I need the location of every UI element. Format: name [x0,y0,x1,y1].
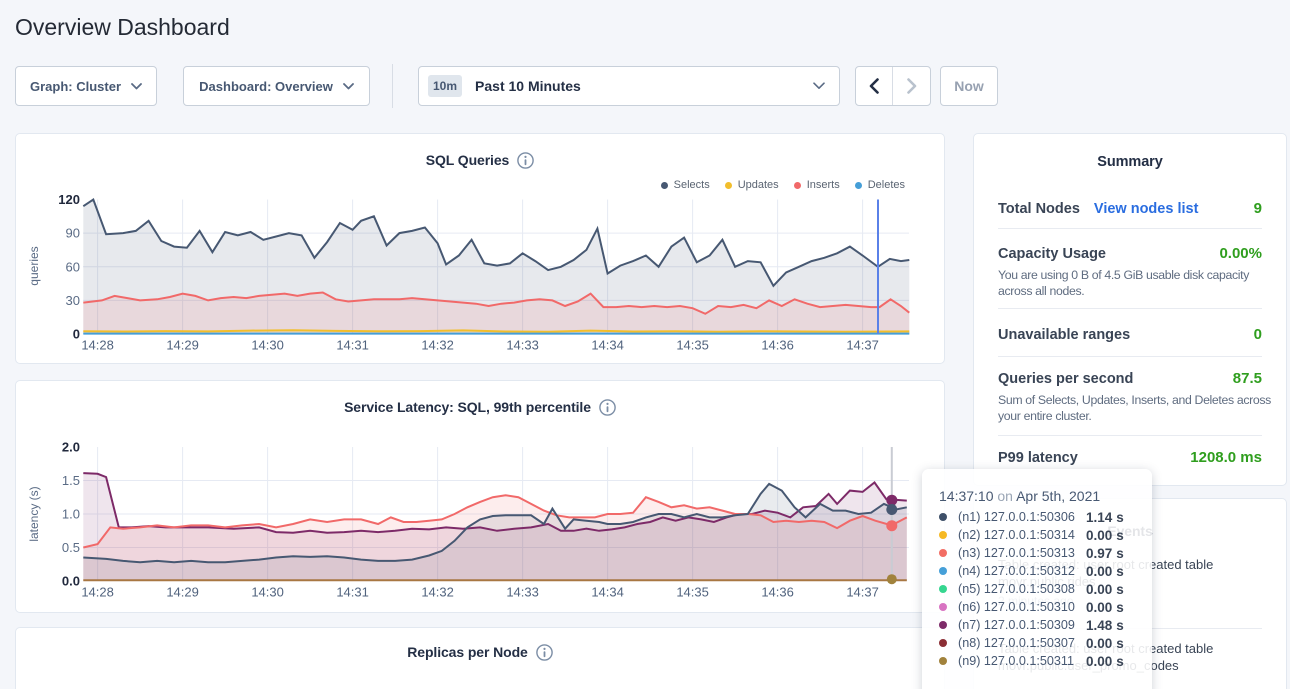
svg-text:14:37: 14:37 [846,338,879,353]
svg-text:14:29: 14:29 [166,585,199,600]
svg-text:1.5: 1.5 [62,473,80,488]
svg-text:14:30: 14:30 [251,585,284,600]
svg-text:14:28: 14:28 [81,585,114,600]
svg-text:14:32: 14:32 [421,338,454,353]
svg-text:14:28: 14:28 [81,338,114,353]
svg-text:14:32: 14:32 [421,585,454,600]
svg-text:14:33: 14:33 [506,585,539,600]
svg-text:14:30: 14:30 [251,338,284,353]
svg-text:0.5: 0.5 [62,540,80,555]
svg-text:14:34: 14:34 [591,585,624,600]
svg-text:120: 120 [58,192,80,207]
svg-text:14:37: 14:37 [846,585,879,600]
svg-text:14:33: 14:33 [506,338,539,353]
svg-text:60: 60 [66,259,80,274]
svg-text:2.0: 2.0 [62,440,80,455]
svg-text:14:29: 14:29 [166,338,199,353]
svg-text:14:31: 14:31 [336,585,369,600]
svg-text:14:35: 14:35 [676,338,709,353]
svg-text:14:31: 14:31 [336,338,369,353]
svg-text:queries: queries [27,246,41,285]
svg-text:14:35: 14:35 [676,585,709,600]
svg-text:0.0: 0.0 [62,574,80,589]
svg-text:14:36: 14:36 [761,338,794,353]
svg-text:latency (s): latency (s) [27,486,41,541]
svg-text:1.0: 1.0 [62,507,80,522]
svg-text:14:36: 14:36 [761,585,794,600]
svg-text:90: 90 [66,226,80,241]
svg-text:14:34: 14:34 [591,338,624,353]
svg-text:30: 30 [66,293,80,308]
svg-text:0: 0 [73,327,80,342]
